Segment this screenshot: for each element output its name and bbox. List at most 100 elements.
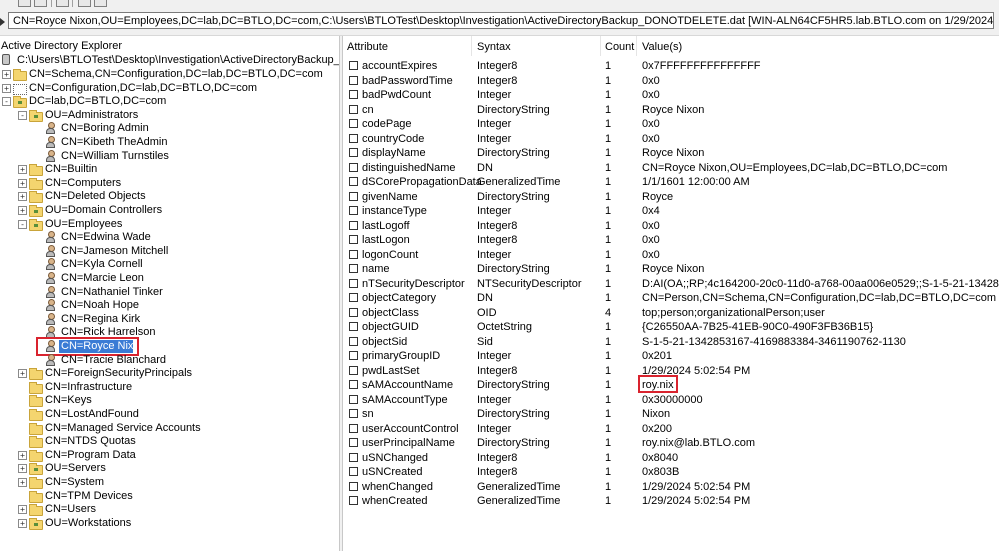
attribute-row[interactable]: uSNCreated Integer8 1 0x803B xyxy=(343,465,999,480)
expand-icon[interactable]: + xyxy=(18,178,27,188)
attribute-row[interactable]: objectGUID OctetString 1 {C26550AA-7B25-41E… xyxy=(343,320,999,335)
attribute-row[interactable]: objectCategory DN 1 CN=Person,CN=Schema,CN=… xyxy=(343,291,999,306)
attribute-row[interactable]: uSNChanged Integer8 1 0x8040 xyxy=(343,451,999,466)
attribute-row[interactable]: accountExpires Integer8 1 0x7FFFFFFFFFFFFFF… xyxy=(343,59,999,74)
attribute-name: uSNCreated xyxy=(362,466,423,478)
expand-icon[interactable]: + xyxy=(18,206,27,215)
attribute-name: objectCategory xyxy=(362,292,436,304)
user-icon xyxy=(44,285,58,298)
tree-item-label: CN=NTDS Quotas xyxy=(45,435,136,448)
forward-icon[interactable] xyxy=(94,0,107,7)
ou-icon xyxy=(28,218,43,231)
expand-icon[interactable]: + xyxy=(18,518,27,528)
attribute-row[interactable]: countryCode Integer 1 0x0 xyxy=(343,132,999,147)
tree-item-label: OU=Administrators xyxy=(45,108,139,121)
attribute-icon xyxy=(349,264,358,273)
attribute-row[interactable]: objectClass OID 4 top;person;organizational… xyxy=(343,306,999,321)
address-bar: CN=Royce Nixon,OU=Employees,DC=lab,DC=BT… xyxy=(0,8,999,36)
column-header-syntax[interactable]: Syntax xyxy=(477,41,511,53)
attribute-row[interactable]: codePage Integer 1 0x0 xyxy=(343,117,999,132)
attribute-row[interactable]: givenName DirectoryString 1 Royce xyxy=(343,190,999,205)
header-divider[interactable] xyxy=(636,36,637,56)
attribute-name: userPrincipalName xyxy=(362,437,455,449)
connect-icon[interactable] xyxy=(18,0,31,7)
expand-icon[interactable]: + xyxy=(2,83,11,93)
attribute-value: CN=Royce Nixon,OU=Employees,DC=lab,DC=BT… xyxy=(642,161,948,174)
expand-icon[interactable]: + xyxy=(18,464,27,474)
attribute-row[interactable]: sAMAccountType Integer 1 0x30000000 xyxy=(343,393,999,408)
attribute-syntax: Integer8 xyxy=(477,364,518,377)
column-header-count[interactable]: Count xyxy=(605,41,634,53)
attribute-count: 1 xyxy=(605,451,612,464)
attribute-row[interactable]: logonCount Integer 1 0x0 xyxy=(343,248,999,263)
attribute-count: 1 xyxy=(605,176,612,188)
tree-item-label: OU=Servers xyxy=(45,462,106,475)
attribute-value: 0x200 xyxy=(642,422,672,435)
value-highlight-outline xyxy=(638,375,678,393)
save-icon[interactable] xyxy=(56,0,69,7)
attribute-row[interactable]: objectSid Sid 1 S-1-5-21-1342853167-4169883… xyxy=(343,335,999,350)
attribute-row[interactable]: instanceType Integer 1 0x4 xyxy=(343,204,999,219)
collapse-icon[interactable]: - xyxy=(18,110,27,120)
attribute-row[interactable]: name DirectoryString 1 Royce Nixon xyxy=(343,262,999,277)
attribute-row[interactable]: lastLogon Integer8 1 0x0 xyxy=(343,233,999,248)
attribute-row[interactable]: lastLogoff Integer8 1 0x0 xyxy=(343,219,999,234)
attribute-value: Royce Nixon xyxy=(642,103,705,116)
attribute-icon xyxy=(349,467,358,476)
expand-icon[interactable]: + xyxy=(2,70,11,79)
attributes-pane: Attribute Syntax Count Value(s) accountE… xyxy=(343,36,999,551)
user-icon xyxy=(44,258,58,271)
tree-item-label: CN=Kibeth TheAdmin xyxy=(61,136,168,148)
attribute-name: objectGUID xyxy=(362,321,419,333)
attribute-row[interactable]: whenCreated GeneralizedTime 1 1/29/2024 5:0… xyxy=(343,494,999,509)
attribute-row[interactable]: badPasswordTime Integer8 1 0x0 xyxy=(343,74,999,89)
attribute-syntax: Integer8 xyxy=(477,219,518,232)
column-header-values[interactable]: Value(s) xyxy=(642,41,682,53)
attribute-row[interactable]: sAMAccountName DirectoryString 1 roy.nix xyxy=(343,375,999,393)
attribute-row[interactable]: userPrincipalName DirectoryString 1 roy.nix… xyxy=(343,436,999,451)
attribute-name: objectSid xyxy=(362,335,408,348)
attribute-row[interactable]: whenChanged GeneralizedTime 1 1/29/2024 5:0… xyxy=(343,480,999,495)
column-header-attribute[interactable]: Attribute xyxy=(347,41,388,53)
attribute-icon xyxy=(349,496,358,505)
user-icon xyxy=(44,353,58,366)
attribute-row[interactable]: cn DirectoryString 1 Royce Nixon xyxy=(343,103,999,118)
attribute-row[interactable]: nTSecurityDescriptor NTSecurityDescriptor… xyxy=(343,277,999,292)
attribute-count: 1 xyxy=(605,495,612,507)
path-field[interactable]: CN=Royce Nixon,OU=Employees,DC=lab,DC=BT… xyxy=(8,12,994,29)
attribute-count: 1 xyxy=(605,350,612,362)
attribute-count: 1 xyxy=(605,277,612,290)
attribute-count: 1 xyxy=(605,437,612,449)
attribute-row[interactable]: userAccountControl Integer 1 0x200 xyxy=(343,422,999,437)
collapse-icon[interactable]: - xyxy=(2,97,11,107)
expand-icon[interactable]: + xyxy=(18,478,27,487)
attribute-syntax: Integer xyxy=(477,205,512,217)
attribute-value: top;person;organizationalPerson;user xyxy=(642,306,825,319)
attribute-count: 1 xyxy=(605,89,612,101)
attribute-value: 1/29/2024 5:02:54 PM xyxy=(642,480,751,493)
header-divider[interactable] xyxy=(600,36,601,56)
attribute-count: 4 xyxy=(605,306,612,319)
attribute-icon xyxy=(349,220,358,230)
collapse-icon[interactable]: - xyxy=(18,219,27,229)
expand-icon[interactable]: + xyxy=(18,192,27,202)
attribute-row[interactable]: sn DirectoryString 1 Nixon xyxy=(343,407,999,422)
folder-icon xyxy=(28,435,43,449)
expand-icon[interactable]: + xyxy=(18,450,27,460)
back-icon[interactable] xyxy=(78,0,91,7)
attribute-count: 1 xyxy=(605,161,612,174)
attribute-row[interactable]: primaryGroupID Integer 1 0x201 xyxy=(343,349,999,364)
header-divider[interactable] xyxy=(471,36,472,56)
attribute-row[interactable]: badPwdCount Integer 1 0x0 xyxy=(343,88,999,103)
disconnect-icon[interactable] xyxy=(34,0,47,7)
attribute-row[interactable]: displayName DirectoryString 1 Royce Nixon xyxy=(343,146,999,161)
expand-icon[interactable]: + xyxy=(18,165,27,175)
attribute-syntax: Integer xyxy=(477,118,512,130)
attribute-row[interactable]: dSCorePropagationData GeneralizedTime 1 1/1… xyxy=(343,175,999,190)
attribute-name: uSNChanged xyxy=(362,451,429,464)
expand-icon[interactable]: + xyxy=(18,505,27,515)
expand-icon[interactable]: + xyxy=(18,369,27,379)
attribute-name: logonCount xyxy=(362,248,419,261)
attribute-row[interactable]: distinguishedName DN 1 CN=Royce Nixon,OU=Em… xyxy=(343,161,999,176)
attribute-syntax: DirectoryString xyxy=(477,408,550,420)
